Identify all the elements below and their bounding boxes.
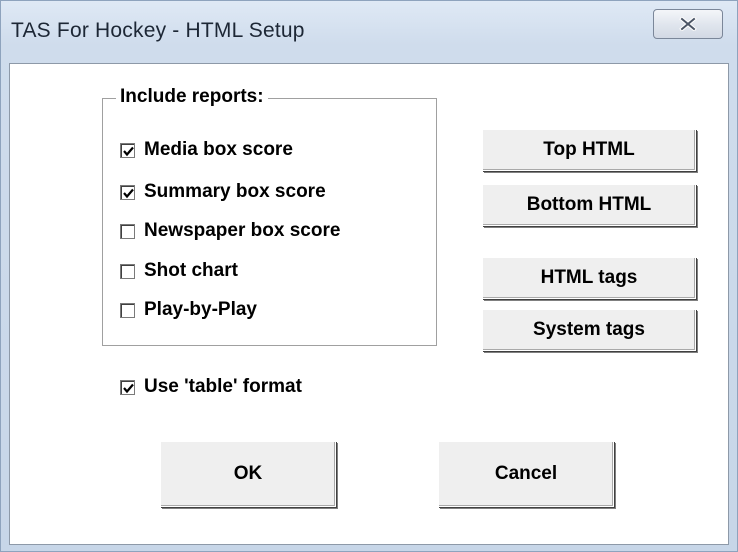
summary-box-score-checkbox[interactable]: Summary box score [120, 179, 326, 205]
table-format-checkbox[interactable]: Use 'table' format [120, 374, 302, 400]
cancel-button[interactable]: Cancel [438, 441, 614, 507]
media-box-score-label: Media box score [144, 139, 293, 160]
html-tags-button[interactable]: HTML tags [482, 257, 696, 299]
checkmark-icon [123, 188, 134, 198]
system-tags-button[interactable]: System tags [482, 309, 696, 351]
newspaper-box-score-label: Newspaper box score [144, 220, 341, 241]
newspaper-box-score-checkbox[interactable]: Newspaper box score [120, 218, 340, 244]
ok-button[interactable]: OK [160, 441, 336, 507]
checkbox-box[interactable] [120, 263, 135, 279]
play-by-play-label: Play-by-Play [144, 299, 257, 320]
checkmark-icon [123, 146, 134, 156]
close-icon [679, 17, 697, 31]
media-box-score-checkbox[interactable]: Media box score [120, 137, 293, 163]
shot-chart-label: Shot chart [144, 260, 238, 281]
checkbox-box[interactable] [120, 302, 135, 318]
bottom-html-button[interactable]: Bottom HTML [482, 184, 696, 226]
window-title: TAS For Hockey - HTML Setup [11, 19, 305, 42]
shot-chart-checkbox[interactable]: Shot chart [120, 258, 238, 284]
top-html-button[interactable]: Top HTML [482, 129, 696, 171]
include-reports-title: Include reports: [116, 86, 268, 108]
close-button[interactable] [653, 9, 723, 39]
title-bar[interactable]: TAS For Hockey - HTML Setup [1, 1, 737, 63]
checkbox-box[interactable] [120, 379, 135, 395]
dialog-client-area: Include reports: Media box score Summary… [9, 63, 729, 545]
dialog-window: TAS For Hockey - HTML Setup Include repo… [0, 0, 738, 552]
checkbox-box[interactable] [120, 223, 135, 239]
play-by-play-checkbox[interactable]: Play-by-Play [120, 297, 257, 323]
checkbox-box[interactable] [120, 184, 135, 200]
summary-box-score-label: Summary box score [144, 181, 326, 202]
table-format-label: Use 'table' format [144, 376, 302, 397]
checkbox-box[interactable] [120, 142, 135, 158]
checkmark-icon [123, 383, 134, 393]
